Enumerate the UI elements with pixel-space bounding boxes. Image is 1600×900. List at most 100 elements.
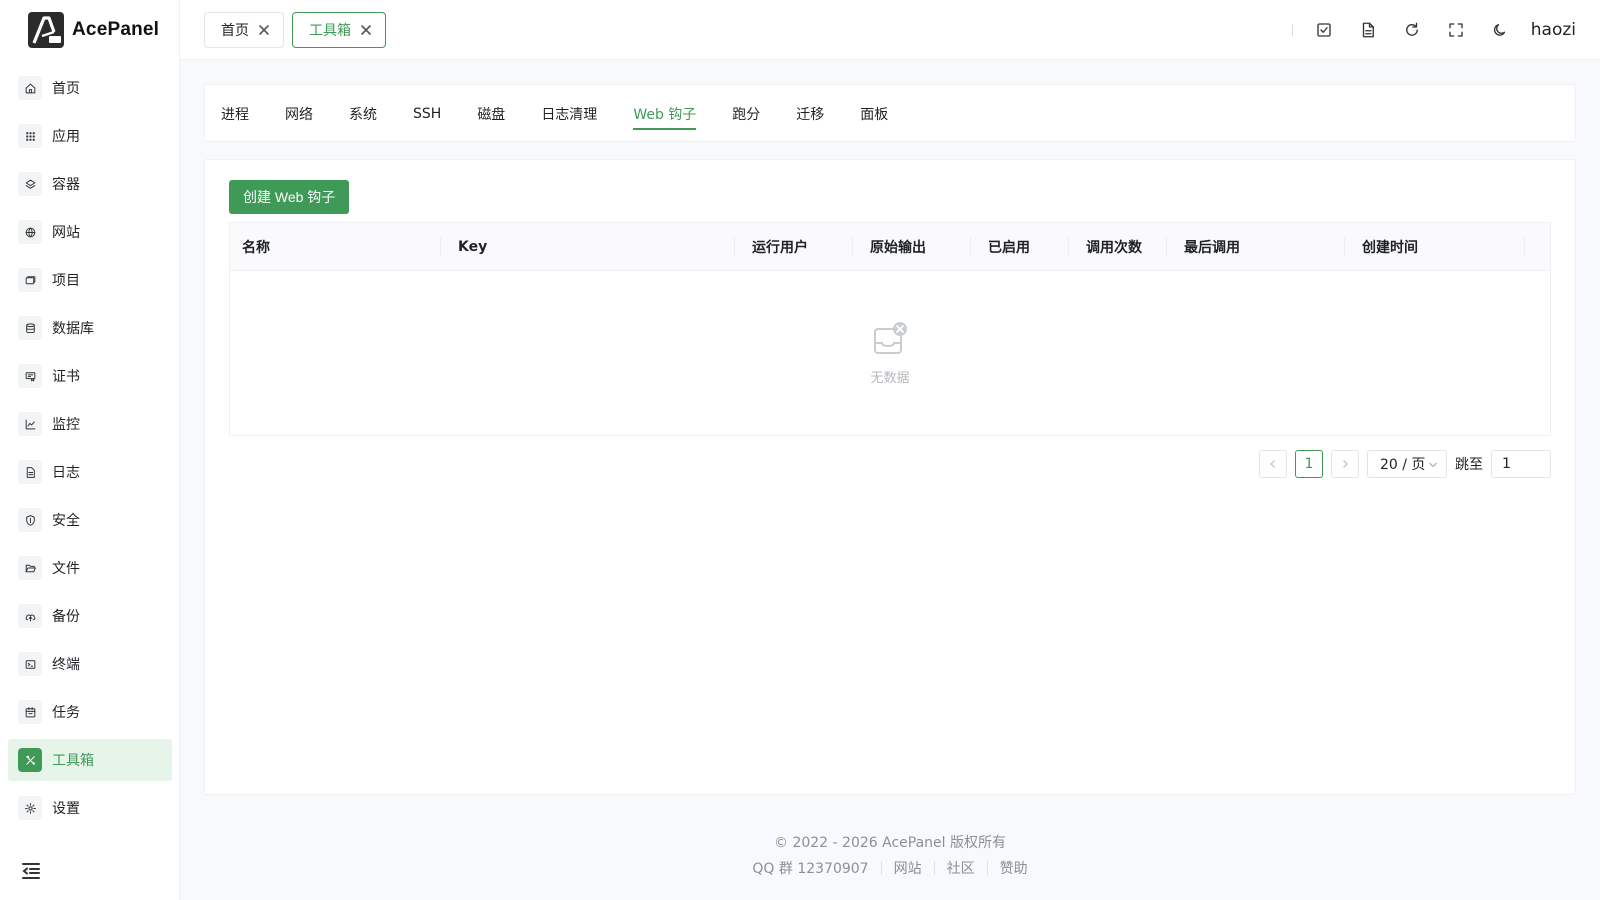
- sidebar-item-label: 项目: [52, 273, 80, 289]
- column-divider: [852, 237, 853, 257]
- subtab-migrate[interactable]: 迁移: [796, 85, 824, 143]
- checkbox-square-icon[interactable]: [1311, 17, 1337, 43]
- calendar-task-icon: [18, 700, 42, 724]
- sidebar-item-label: 日志: [52, 465, 80, 481]
- footer-link-sponsor[interactable]: 赞助: [988, 858, 1040, 878]
- moon-icon[interactable]: [1487, 17, 1513, 43]
- column-divider: [1344, 237, 1345, 257]
- sidebar-item-settings[interactable]: 设置: [8, 787, 172, 829]
- sidebar-item-monitor[interactable]: 监控: [8, 403, 172, 445]
- column-divider: [970, 237, 971, 257]
- top-header: 首页 工具箱 haozi: [180, 0, 1600, 60]
- sidebar-item-label: 应用: [52, 129, 80, 145]
- sidebar-item-apps[interactable]: 应用: [8, 115, 172, 157]
- pagination: 1 20 / 页 跳至: [1251, 450, 1551, 478]
- chart-line-icon: [18, 412, 42, 436]
- sidebar-item-label: 证书: [52, 369, 80, 385]
- footer-links: QQ 群 12370907 网站 社区 赞助: [180, 858, 1600, 878]
- tab-home[interactable]: 首页: [204, 12, 284, 48]
- subtab-network[interactable]: 网络: [285, 85, 313, 143]
- jump-label: 跳至: [1455, 457, 1483, 473]
- header-actions: haozi: [1291, 0, 1576, 60]
- close-icon[interactable]: [359, 23, 373, 37]
- document-icon[interactable]: [1355, 17, 1381, 43]
- sidebar-item-websites[interactable]: 网站: [8, 211, 172, 253]
- sidebar-item-home[interactable]: 首页: [8, 67, 172, 109]
- footer-qq-group[interactable]: QQ 群 12370907: [740, 858, 880, 878]
- toolbox-subtabs-card: 进程 网络 系统 SSH 磁盘 日志清理 Web 钩子 跑分 迁移 面板: [204, 84, 1576, 142]
- webhook-panel: 创建 Web 钩子 名称 Key 运行用户 原始输出 已启用 调用次数 最后调用…: [204, 159, 1576, 795]
- layers-icon: [18, 172, 42, 196]
- sidebar-item-terminal[interactable]: 终端: [8, 643, 172, 685]
- column-header-call-count[interactable]: 调用次数: [1086, 223, 1142, 271]
- shield-icon: [18, 508, 42, 532]
- sidebar-item-files[interactable]: 文件: [8, 547, 172, 589]
- prev-page-button[interactable]: [1259, 450, 1287, 478]
- tab-label: 工具箱: [309, 23, 351, 39]
- tools-icon: [18, 748, 42, 772]
- sidebar-item-label: 首页: [52, 81, 80, 97]
- empty-state: 无数据: [230, 271, 1550, 435]
- page-size-value: 20 / 页: [1380, 457, 1426, 473]
- sidebar-item-label: 文件: [52, 561, 80, 577]
- refresh-icon[interactable]: [1399, 17, 1425, 43]
- chevron-down-icon: [1429, 462, 1437, 468]
- table-header: 名称 Key 运行用户 原始输出 已启用 调用次数 最后调用 创建时间: [230, 223, 1550, 271]
- logo-mark-icon: [28, 12, 64, 48]
- webhook-table: 名称 Key 运行用户 原始输出 已启用 调用次数 最后调用 创建时间 无数据: [229, 222, 1551, 436]
- sidebar-item-label: 安全: [52, 513, 80, 529]
- column-header-last-call[interactable]: 最后调用: [1184, 223, 1240, 271]
- jump-page-input[interactable]: [1491, 450, 1551, 478]
- subtab-panel[interactable]: 面板: [860, 85, 888, 143]
- sidebar-item-certificates[interactable]: 证书: [8, 355, 172, 397]
- subtab-process[interactable]: 进程: [221, 85, 249, 143]
- page-number-button[interactable]: 1: [1295, 450, 1323, 478]
- footer-copyright: © 2022 - 2026 AcePanel 版权所有: [774, 835, 1006, 851]
- column-header-enabled[interactable]: 已启用: [988, 223, 1030, 271]
- sidebar-item-logs[interactable]: 日志: [8, 451, 172, 493]
- database-icon: [18, 316, 42, 340]
- user-name[interactable]: haozi: [1531, 20, 1576, 40]
- sidebar-collapse-icon[interactable]: [20, 860, 42, 882]
- column-header-key[interactable]: Key: [458, 223, 487, 271]
- folders-icon: [18, 268, 42, 292]
- subtab-ssh[interactable]: SSH: [413, 85, 441, 143]
- sidebar-item-database[interactable]: 数据库: [8, 307, 172, 349]
- sidebar-item-label: 设置: [52, 801, 80, 817]
- file-text-icon: [18, 460, 42, 484]
- tab-toolbox[interactable]: 工具箱: [292, 12, 386, 48]
- column-header-created-at[interactable]: 创建时间: [1362, 223, 1418, 271]
- sidebar-item-security[interactable]: 安全: [8, 499, 172, 541]
- sidebar-item-label: 容器: [52, 177, 80, 193]
- subtab-log-clean[interactable]: 日志清理: [541, 85, 597, 143]
- footer-link-website[interactable]: 网站: [882, 858, 934, 878]
- column-header-raw-output[interactable]: 原始输出: [870, 223, 926, 271]
- create-webhook-button[interactable]: 创建 Web 钩子: [229, 180, 350, 214]
- sidebar-item-backup[interactable]: 备份: [8, 595, 172, 637]
- close-icon[interactable]: [257, 23, 271, 37]
- globe-icon: [18, 220, 42, 244]
- subtab-disk[interactable]: 磁盘: [477, 85, 505, 143]
- subtab-system[interactable]: 系统: [349, 85, 377, 143]
- app-logo[interactable]: AcePanel: [28, 12, 159, 48]
- sidebar-item-projects[interactable]: 项目: [8, 259, 172, 301]
- column-header-run-user[interactable]: 运行用户: [752, 223, 808, 271]
- column-divider: [734, 237, 735, 257]
- chevron-left-icon: [1270, 460, 1275, 468]
- sidebar-item-label: 数据库: [52, 321, 94, 337]
- page-tabs: 首页 工具箱: [204, 12, 386, 48]
- fullscreen-icon[interactable]: [1443, 17, 1469, 43]
- sidebar-item-label: 网站: [52, 225, 80, 241]
- subtab-webhook[interactable]: Web 钩子: [633, 85, 696, 143]
- chevron-right-icon: [1343, 460, 1348, 468]
- sidebar-item-toolbox[interactable]: 工具箱: [8, 739, 172, 781]
- empty-inbox-icon: [874, 321, 907, 354]
- footer-link-community[interactable]: 社区: [935, 858, 987, 878]
- column-divider: [1068, 237, 1069, 257]
- sidebar-item-containers[interactable]: 容器: [8, 163, 172, 205]
- sidebar-item-tasks[interactable]: 任务: [8, 691, 172, 733]
- subtab-benchmark[interactable]: 跑分: [732, 85, 760, 143]
- next-page-button[interactable]: [1331, 450, 1359, 478]
- column-header-name[interactable]: 名称: [242, 223, 270, 271]
- page-size-select[interactable]: 20 / 页: [1367, 450, 1447, 478]
